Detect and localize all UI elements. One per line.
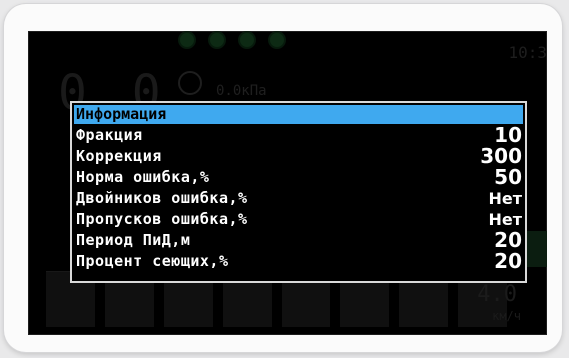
- item-label: Период ПиД,м: [76, 231, 191, 249]
- status-light-icon: [210, 33, 224, 47]
- item-label: Пропусков ошибка,%: [76, 210, 248, 228]
- menu-item-fraction[interactable]: Фракция 10: [74, 123, 523, 147]
- item-value: 20: [494, 249, 522, 273]
- status-light-icon: [240, 33, 254, 47]
- menu-item-correction[interactable]: Коррекция 300: [74, 144, 523, 168]
- item-label: Двойников ошибка,%: [76, 189, 248, 207]
- clock: 10:3: [508, 43, 547, 62]
- menu-item-doubles-error[interactable]: Двойников ошибка,% Нет: [74, 188, 523, 208]
- device-frame: 0.0 0.0кПа 10:3 4.0 км/ч Информация Фрак…: [4, 4, 562, 352]
- menu-item-skips-error[interactable]: Пропусков ошибка,% Нет: [74, 209, 523, 229]
- menu-item-seeding-percent[interactable]: Процент сеющих,% 20: [74, 249, 523, 273]
- menu-item-pid-period[interactable]: Период ПиД,м 20: [74, 228, 523, 252]
- item-value: Нет: [488, 188, 522, 208]
- status-light-icon: [270, 33, 284, 47]
- info-menu: Информация Фракция 10 Коррекция 300 Норм…: [70, 101, 527, 283]
- item-value: Нет: [488, 209, 522, 229]
- indicator-lights: [180, 33, 284, 47]
- item-label: Коррекция: [76, 147, 162, 165]
- status-light-icon: [180, 33, 194, 47]
- item-label: Фракция: [76, 126, 143, 144]
- item-value: 50: [494, 165, 522, 189]
- menu-title[interactable]: Информация: [74, 105, 523, 124]
- item-label: Процент сеющих,%: [76, 252, 229, 270]
- display-screen: 0.0 0.0кПа 10:3 4.0 км/ч Информация Фрак…: [28, 31, 547, 335]
- gauge-icon: [178, 71, 202, 95]
- item-label: Норма ошибка,%: [76, 168, 210, 186]
- side-indicator: [525, 231, 547, 267]
- pressure-readout: 0.0кПа: [216, 83, 267, 99]
- speed-readout: 4.0: [477, 282, 517, 307]
- menu-item-rate-error[interactable]: Норма ошибка,% 50: [74, 165, 523, 189]
- speed-unit: км/ч: [492, 309, 521, 323]
